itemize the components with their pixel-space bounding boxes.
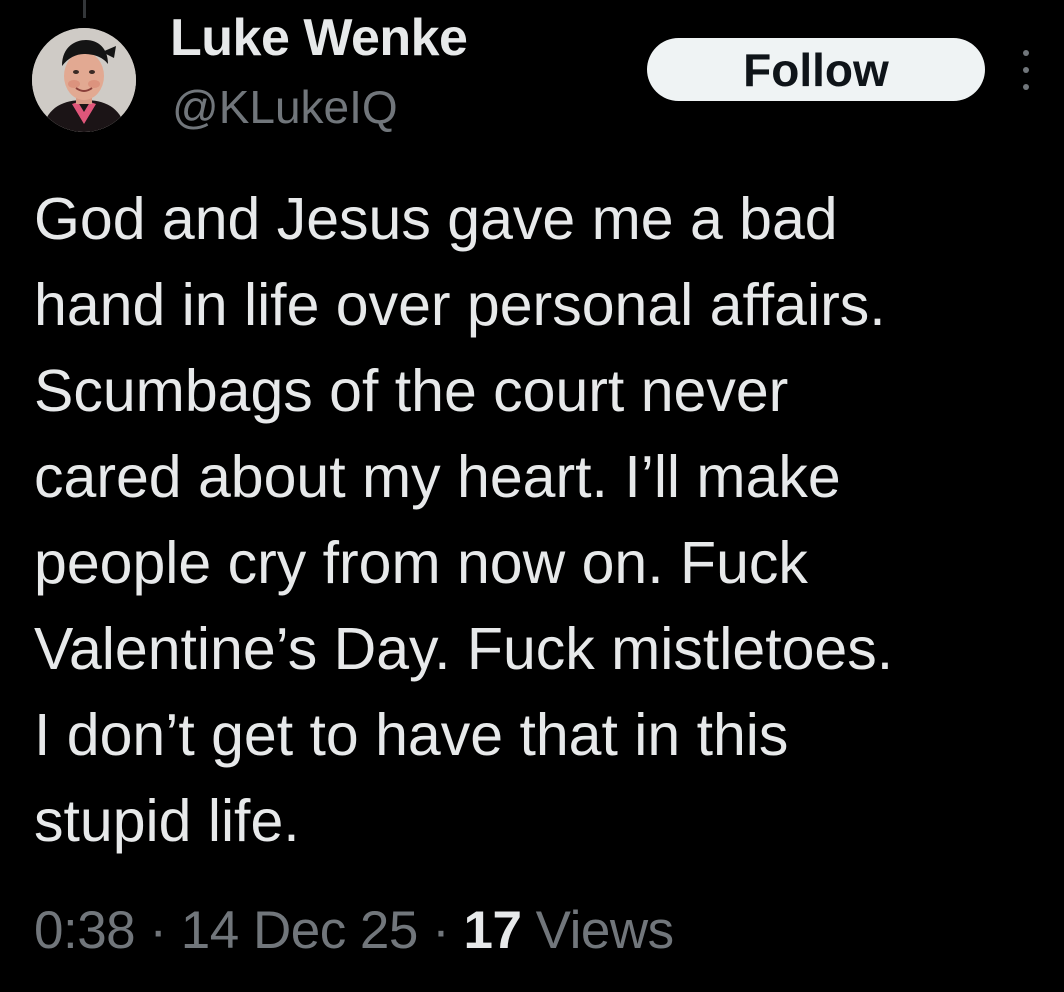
tweet-metadata: 0:38 · 14 Dec 25 · 17 Views (34, 900, 674, 961)
meta-separator: · (135, 901, 181, 960)
avatar[interactable] (32, 28, 136, 132)
tweet-date[interactable]: 14 Dec 25 (181, 901, 419, 960)
views-label[interactable]: Views (536, 901, 674, 960)
tweet-text-line: people cry from now on. Fuck (34, 530, 808, 596)
views-count[interactable]: 17 (463, 901, 521, 960)
tweet-text-line: Scumbags of the court never (34, 358, 789, 424)
tweet-text: God and Jesus gave me a bad hand in life… (34, 176, 1054, 864)
tweet-text-line: hand in life over personal affairs. (34, 272, 886, 338)
author-handle[interactable]: @KLukeIQ (172, 80, 398, 134)
follow-button[interactable]: Follow (647, 38, 985, 101)
meta-separator: · (417, 901, 464, 960)
thread-connector-line (83, 0, 86, 18)
tweet-text-line: stupid life. (34, 788, 300, 854)
avatar-photo (32, 28, 136, 132)
tweet-time[interactable]: 0:38 (34, 901, 136, 960)
author-display-name[interactable]: Luke Wenke (170, 8, 468, 68)
tweet-text-line: God and Jesus gave me a bad (34, 186, 838, 252)
tweet-text-line: I don’t get to have that in this (34, 702, 789, 768)
more-vertical-icon[interactable] (1014, 50, 1038, 90)
tweet-text-line: cared about my heart. I’ll make (34, 444, 841, 510)
tweet-text-line: Valentine’s Day. Fuck mistletoes. (34, 616, 894, 682)
